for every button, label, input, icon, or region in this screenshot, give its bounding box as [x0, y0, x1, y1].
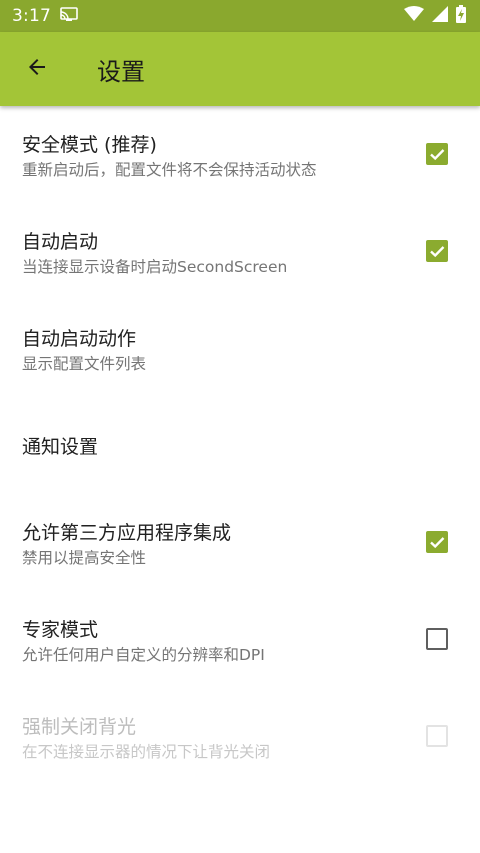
setting-safe-mode[interactable]: 安全模式 (推荐) 重新启动后，配置文件将不会保持活动状态 — [0, 106, 480, 203]
auto-start-checkbox[interactable] — [426, 240, 448, 262]
setting-auto-start[interactable]: 自动启动 当连接显示设备时启动SecondScreen — [0, 203, 480, 300]
force-backlight-off-checkbox — [426, 725, 448, 747]
third-party-integration-checkbox[interactable] — [426, 531, 448, 553]
page-title: 设置 — [97, 57, 145, 86]
back-button[interactable] — [9, 41, 65, 97]
settings-list: 安全模式 (推荐) 重新启动后，配置文件将不会保持活动状态 自动启动 当连接显示… — [0, 106, 480, 785]
app-bar: 设置 — [0, 32, 480, 106]
check-icon — [430, 537, 445, 549]
setting-title: 允许第三方应用程序集成 — [22, 522, 232, 544]
check-icon — [430, 246, 445, 258]
cast-icon — [59, 6, 79, 26]
setting-summary: 在不连接显示器的情况下让背光关闭 — [22, 743, 271, 761]
setting-auto-start-action[interactable]: 自动启动动作 显示配置文件列表 — [0, 300, 480, 397]
check-icon — [430, 149, 445, 161]
setting-force-backlight-off: 强制关闭背光 在不连接显示器的情况下让背光关闭 — [0, 688, 480, 785]
status-time: 3:17 — [12, 6, 51, 26]
expert-mode-checkbox[interactable] — [426, 628, 448, 650]
wifi-icon — [404, 6, 424, 26]
setting-notification-settings[interactable]: 通知设置 — [0, 397, 480, 494]
cellular-signal-icon — [432, 6, 448, 26]
setting-expert-mode[interactable]: 专家模式 允许任何用户自定义的分辨率和DPI — [0, 591, 480, 688]
setting-third-party-integration[interactable]: 允许第三方应用程序集成 禁用以提高安全性 — [0, 494, 480, 591]
setting-title: 自动启动 — [22, 231, 99, 253]
status-bar: 3:17 — [0, 0, 480, 32]
setting-summary: 显示配置文件列表 — [22, 355, 147, 373]
setting-title: 强制关闭背光 — [22, 716, 137, 738]
setting-title: 通知设置 — [22, 436, 99, 458]
setting-summary: 允许任何用户自定义的分辨率和DPI — [22, 646, 265, 664]
setting-summary: 重新启动后，配置文件将不会保持活动状态 — [22, 161, 317, 179]
setting-title: 自动启动动作 — [22, 328, 137, 350]
setting-title: 安全模式 (推荐) — [22, 134, 157, 156]
arrow-back-icon — [25, 55, 49, 83]
setting-summary: 当连接显示设备时启动SecondScreen — [22, 258, 288, 276]
setting-summary: 禁用以提高安全性 — [22, 549, 147, 567]
battery-charging-icon — [456, 5, 466, 27]
setting-title: 专家模式 — [22, 619, 99, 641]
safe-mode-checkbox[interactable] — [426, 143, 448, 165]
